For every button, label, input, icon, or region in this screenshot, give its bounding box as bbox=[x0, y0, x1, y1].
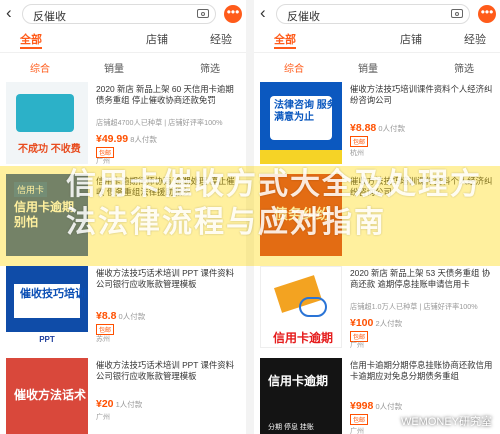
overlay-headline: 信用卡催收方式大全及处理方法法律流程与应对指南 bbox=[66, 168, 482, 239]
list-item[interactable]: 催收方法话术 催收方法技巧话术培训 PPT 课件资料公司银行应收账款管理模板 ¥… bbox=[0, 354, 246, 434]
price: ¥998 bbox=[350, 400, 374, 412]
active-tab-indicator bbox=[274, 47, 296, 49]
location: 苏州 bbox=[96, 336, 110, 343]
price: ¥49.99 bbox=[96, 133, 129, 145]
top-bar: ‹ 反催收 ••• bbox=[0, 0, 246, 28]
product-title[interactable]: 催收方法技巧话术培训 PPT 课件资料公司银行应收账款管理模板 bbox=[96, 268, 240, 301]
camera-icon[interactable] bbox=[451, 9, 463, 18]
paid-count: 0人付款 bbox=[118, 312, 146, 321]
filter-overall[interactable]: 综合 bbox=[30, 60, 50, 75]
search-input[interactable]: 反催收 bbox=[276, 4, 470, 24]
paid-count: 0人付款 bbox=[378, 124, 406, 133]
camera-icon[interactable] bbox=[197, 9, 209, 18]
price-row: ¥49.99 8人付款 包邮 bbox=[96, 133, 157, 158]
product-title[interactable]: 2020 新店 新品上架 60 天信用卡逾期债务重组 停止催收协商还款免罚 bbox=[96, 84, 240, 117]
back-icon[interactable]: ‹ bbox=[6, 4, 18, 21]
tabs: 全部 店铺 经验 bbox=[254, 28, 500, 50]
active-tab-indicator bbox=[20, 47, 42, 49]
tab-all[interactable]: 全部 bbox=[20, 31, 42, 47]
more-icon[interactable]: ••• bbox=[478, 5, 496, 23]
location: 杭州 bbox=[350, 150, 364, 157]
price: ¥8.88 bbox=[350, 122, 377, 134]
watermark-icon bbox=[385, 416, 398, 429]
shop-meta: 店铺超1.0万人已种草 | 店铺好评率100% bbox=[350, 302, 478, 311]
paid-count: 0人付款 bbox=[375, 402, 403, 411]
product-thumbnail: 信用卡逾期 bbox=[260, 266, 342, 348]
filter-filter[interactable]: 筛选 bbox=[200, 60, 220, 75]
watermark-text: WEMONEY研究室 bbox=[400, 416, 492, 428]
filter-bar: 综合 销量 筛选 bbox=[0, 52, 246, 79]
thumbnail-caption: 法律咨询 服务满意为止 bbox=[274, 100, 337, 123]
thumbnail-caption: 信用卡逾期 bbox=[268, 374, 329, 388]
shop-meta: 店铺超4700人已种草 | 店铺好评率100% bbox=[96, 118, 223, 127]
product-title[interactable]: 信用卡逾期分期停息挂账协商还款信用卡逾期应对免息分期债务重组 bbox=[350, 360, 494, 393]
scissors-icon bbox=[299, 297, 327, 317]
headline-overlay: 信用卡催收方式大全及处理方法法律流程与应对指南 bbox=[0, 166, 500, 266]
thumbnail-footer: PPT bbox=[6, 332, 88, 348]
price-row: ¥20 1人付款 bbox=[96, 398, 142, 410]
watermark: WEMONEY研究室 bbox=[385, 413, 492, 429]
filter-overall[interactable]: 综合 bbox=[284, 60, 304, 75]
location: 广州 bbox=[96, 158, 110, 165]
product-title[interactable]: 2020 新店 新品上架 53 天债务重组 协商还款 逾期停息挂账申请信用卡 bbox=[350, 268, 494, 301]
location: 广州 bbox=[96, 414, 110, 421]
more-icon[interactable]: ••• bbox=[224, 5, 242, 23]
price: ¥100 bbox=[350, 317, 374, 329]
thumbnail-footer bbox=[260, 150, 342, 164]
thumbnail-subtitle: 分期 停息 挂账 bbox=[268, 424, 314, 431]
product-thumbnail: 不成功 不收费 bbox=[6, 82, 88, 164]
thumbnail-caption: 信用卡逾期 bbox=[273, 331, 334, 345]
filter-bar: 综合 销量 筛选 bbox=[254, 52, 500, 79]
product-thumbnail: 催收方法话术 bbox=[6, 358, 88, 434]
back-icon[interactable]: ‹ bbox=[260, 4, 272, 21]
search-input[interactable]: 反催收 bbox=[22, 4, 216, 24]
location: 广州 bbox=[350, 342, 364, 349]
product-thumbnail: 法律咨询 服务满意为止 bbox=[260, 82, 342, 164]
tabs: 全部 店铺 经验 bbox=[0, 28, 246, 50]
illustration-graphic bbox=[16, 94, 74, 132]
price: ¥20 bbox=[96, 398, 114, 410]
list-item[interactable]: 催收技巧培训 PPT 催收方法技巧话术培训 PPT 课件资料公司银行应收账款管理… bbox=[0, 262, 246, 354]
product-thumbnail: 信用卡逾期 分期 停息 挂账 bbox=[260, 358, 342, 434]
shipping-badge: 包邮 bbox=[350, 136, 369, 147]
thumbnail-caption: 催收技巧培训 bbox=[20, 288, 86, 300]
price-row: ¥8.88 0人付款 包邮 bbox=[350, 122, 405, 147]
filter-sales[interactable]: 销量 bbox=[104, 60, 124, 75]
filter-sales[interactable]: 销量 bbox=[358, 60, 378, 75]
product-title[interactable]: 催收方法技巧话术培训 PPT 课件资料公司银行应收账款管理模板 bbox=[96, 360, 240, 393]
tab-all[interactable]: 全部 bbox=[274, 31, 296, 47]
product-title[interactable]: 催收方法技巧培训课件资料个人经济纠纷咨询公司 bbox=[350, 84, 494, 117]
filter-filter[interactable]: 筛选 bbox=[454, 60, 474, 75]
product-thumbnail: 催收技巧培训 PPT bbox=[6, 266, 88, 348]
thumbnail-caption: 不成功 不收费 bbox=[18, 144, 81, 155]
top-bar: ‹ 反催收 ••• bbox=[254, 0, 500, 28]
tab-shop[interactable]: 店铺 bbox=[146, 31, 168, 47]
list-item[interactable]: 法律咨询 服务满意为止 催收方法技巧培训课件资料个人经济纠纷咨询公司 ¥8.88… bbox=[254, 78, 500, 170]
paid-count: 8人付款 bbox=[130, 135, 157, 144]
thumbnail-caption: 催收方法话术 bbox=[14, 388, 87, 402]
search-text[interactable]: 反催收 bbox=[287, 8, 320, 24]
paid-count: 1人付款 bbox=[115, 400, 143, 409]
price-row: ¥100 2人付款 包邮 bbox=[350, 317, 402, 342]
location: 广州 bbox=[350, 428, 364, 434]
tab-experience[interactable]: 经验 bbox=[210, 31, 232, 47]
price: ¥8.8 bbox=[96, 310, 117, 322]
tab-shop[interactable]: 店铺 bbox=[400, 31, 422, 47]
list-item[interactable]: 不成功 不收费 2020 新店 新品上架 60 天信用卡逾期债务重组 停止催收协… bbox=[0, 78, 246, 170]
price-row: ¥8.8 0人付款 包邮 bbox=[96, 310, 145, 335]
search-text[interactable]: 反催收 bbox=[33, 8, 66, 24]
paid-count: 2人付款 bbox=[375, 319, 403, 328]
shipping-badge: 包邮 bbox=[350, 414, 369, 425]
tab-experience[interactable]: 经验 bbox=[464, 31, 486, 47]
list-item[interactable]: 信用卡逾期 2020 新店 新品上架 53 天债务重组 协商还款 逾期停息挂账申… bbox=[254, 262, 500, 354]
